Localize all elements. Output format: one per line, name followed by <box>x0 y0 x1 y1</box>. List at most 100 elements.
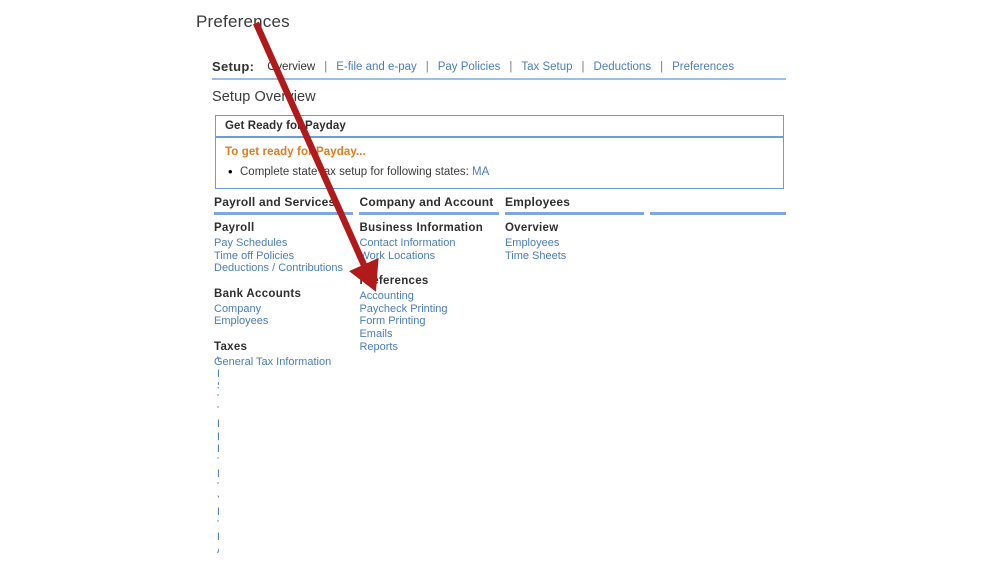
nav-item-overview[interactable]: Overview <box>267 59 315 75</box>
clipped-link[interactable]: State Tax Information <box>217 380 219 393</box>
column-headers-row: Payroll and Services Company and Account… <box>214 195 786 212</box>
link-work-locations[interactable]: Work Locations <box>359 250 498 263</box>
group-overview: Overview Employees Time Sheets <box>505 222 644 262</box>
clipped-link[interactable]: E-file and E-pay Setup <box>217 418 219 431</box>
section-title: Setup Overview <box>212 89 316 105</box>
setup-overview-columns: Payroll and Services Company and Account… <box>214 195 786 382</box>
clipped-link[interactable]: Workers Compensation <box>217 355 219 368</box>
link-emails[interactable]: Emails <box>359 328 498 341</box>
clipped-link-row: Filing Methods <box>217 431 219 444</box>
group-business-information: Business Information Contact Information… <box>359 222 498 262</box>
column-employees: Overview Employees Time Sheets <box>505 222 644 382</box>
column-company-and-account: Business Information Contact Information… <box>359 222 498 382</box>
group-links-payroll: Pay Schedules Time off Policies Deductio… <box>214 237 353 275</box>
clipped-link-row: State Tax Information <box>217 380 219 393</box>
bullet-icon: • <box>228 164 233 179</box>
get-ready-for-payday-panel: Get Ready for Payday To get ready for Pa… <box>215 115 784 189</box>
link-time-off-policies[interactable]: Time off Policies <box>214 250 353 263</box>
nav-separator: | <box>324 61 328 73</box>
clipped-link-row: Federal Tax Information <box>217 368 219 381</box>
column-header-payroll-and-services: Payroll and Services <box>214 195 336 209</box>
clipped-link[interactable]: Tax History <box>217 519 219 532</box>
nav-item-pay-policies[interactable]: Pay Policies <box>438 59 501 75</box>
clipped-link-row: Pay Frequencies <box>217 443 219 456</box>
group-links-overview: Employees Time Sheets <box>505 237 644 262</box>
clipped-link-row: Payroll History <box>217 531 219 544</box>
clipped-link[interactable]: Filing Methods <box>217 431 219 444</box>
clipped-link-row: Workers Compensation <box>217 355 219 368</box>
nav-separator: | <box>660 61 664 73</box>
link-employees[interactable]: Employees <box>214 315 353 328</box>
nav-separator: | <box>581 61 585 73</box>
clipped-link[interactable]: Payroll History <box>217 531 219 544</box>
group-links-taxes: General Tax Information <box>214 356 353 369</box>
group-taxes: Taxes General Tax Information <box>214 341 353 369</box>
group-payroll: Payroll Pay Schedules Time off Policies … <box>214 222 353 275</box>
group-preferences: Preferences Accounting Paycheck Printing… <box>359 275 498 353</box>
clipped-link[interactable]: Year To Date Amounts <box>217 494 219 507</box>
column-rule-2 <box>359 212 499 215</box>
page-title: Preferences <box>196 12 290 31</box>
clipped-link[interactable]: Account Summary <box>217 544 219 557</box>
clipped-link[interactable]: Tax Payments <box>217 393 219 406</box>
column-header-employees: Employees <box>504 195 571 209</box>
clipped-link[interactable]: Federal Tax Information <box>217 368 219 381</box>
link-pay-schedules[interactable]: Pay Schedules <box>214 237 353 250</box>
link-deductions-contributions[interactable]: Deductions / Contributions <box>214 262 353 275</box>
clipped-link-row: Prior Payrolls <box>217 506 219 519</box>
clipped-link-stack: Workers CompensationFederal Tax Informat… <box>217 355 227 557</box>
link-reports[interactable]: Reports <box>359 341 498 354</box>
list-item: • Complete state tax setup for following … <box>225 165 783 179</box>
clipped-link-row: Account Summary <box>217 544 219 557</box>
setup-nav-label: Setup: <box>212 59 255 74</box>
clipped-link[interactable]: Prior Payrolls <box>217 506 219 519</box>
column-rule-3 <box>504 212 645 215</box>
column-rule-1 <box>214 212 354 215</box>
group-title-overview: Overview <box>504 222 559 234</box>
clipped-link[interactable]: Tax Rates <box>217 481 219 494</box>
column-bodies-row: Payroll Pay Schedules Time off Policies … <box>214 222 786 382</box>
link-employees-overview[interactable]: Employees <box>505 237 644 250</box>
link-company[interactable]: Company <box>214 303 353 316</box>
group-title-preferences: Preferences <box>359 275 429 288</box>
clipped-link-row: Tax History <box>217 519 219 532</box>
clipped-link[interactable]: Tax Forms <box>217 405 219 418</box>
clipped-link-row: Tax Exemptions <box>217 456 219 469</box>
nav-item-efile-and-epay[interactable]: E-file and e-pay <box>336 59 417 75</box>
nav-item-tax-setup[interactable]: Tax Setup <box>521 59 572 75</box>
group-title-business-information: Business Information <box>359 222 484 234</box>
clipped-link[interactable]: Local Taxes <box>217 468 219 481</box>
clipped-link-row: Tax Forms <box>217 405 219 418</box>
clipped-link-row: Tax Rates <box>217 481 219 494</box>
get-ready-panel-body: To get ready for Payday... • Complete sta… <box>216 138 783 188</box>
link-contact-information[interactable]: Contact Information <box>359 237 498 250</box>
nav-separator: | <box>425 61 429 73</box>
get-ready-panel-header: Get Ready for Payday <box>216 116 783 138</box>
clipped-link-row: Year To Date Amounts <box>217 494 219 507</box>
nav-item-preferences[interactable]: Preferences <box>672 59 734 75</box>
link-paycheck-printing[interactable]: Paycheck Printing <box>359 303 498 316</box>
link-time-sheets[interactable]: Time Sheets <box>505 250 644 263</box>
group-title-bank-accounts: Bank Accounts <box>214 287 302 300</box>
group-links-preferences: Accounting Paycheck Printing Form Printi… <box>359 290 498 353</box>
column-rule-4 <box>650 212 786 215</box>
clipped-link-row: Tax Payments <box>217 393 219 406</box>
link-accounting[interactable]: Accounting <box>359 290 498 303</box>
group-bank-accounts: Bank Accounts Company Employees <box>214 288 353 328</box>
nav-separator: | <box>509 61 513 73</box>
link-general-tax-information[interactable]: General Tax Information <box>214 356 353 369</box>
column-payroll-and-services: Payroll Pay Schedules Time off Policies … <box>214 222 353 382</box>
clipped-link-row: E-file and E-pay Setup <box>217 418 219 431</box>
link-form-printing[interactable]: Form Printing <box>359 315 498 328</box>
clipped-link-row: Local Taxes <box>217 468 219 481</box>
column-header-empty <box>650 195 786 212</box>
group-links-business-information: Contact Information Work Locations <box>359 237 498 262</box>
clipped-link[interactable]: Pay Frequencies <box>217 443 219 456</box>
task-text: Complete state tax setup for following s… <box>240 166 469 178</box>
state-link-ma[interactable]: MA <box>472 166 489 178</box>
column-header-company-and-account: Company and Account <box>359 195 494 209</box>
nav-item-deductions[interactable]: Deductions <box>594 59 652 75</box>
get-ready-alert-text: To get ready for Payday... <box>225 146 366 158</box>
column-empty <box>650 222 786 382</box>
clipped-link[interactable]: Tax Exemptions <box>217 456 219 469</box>
